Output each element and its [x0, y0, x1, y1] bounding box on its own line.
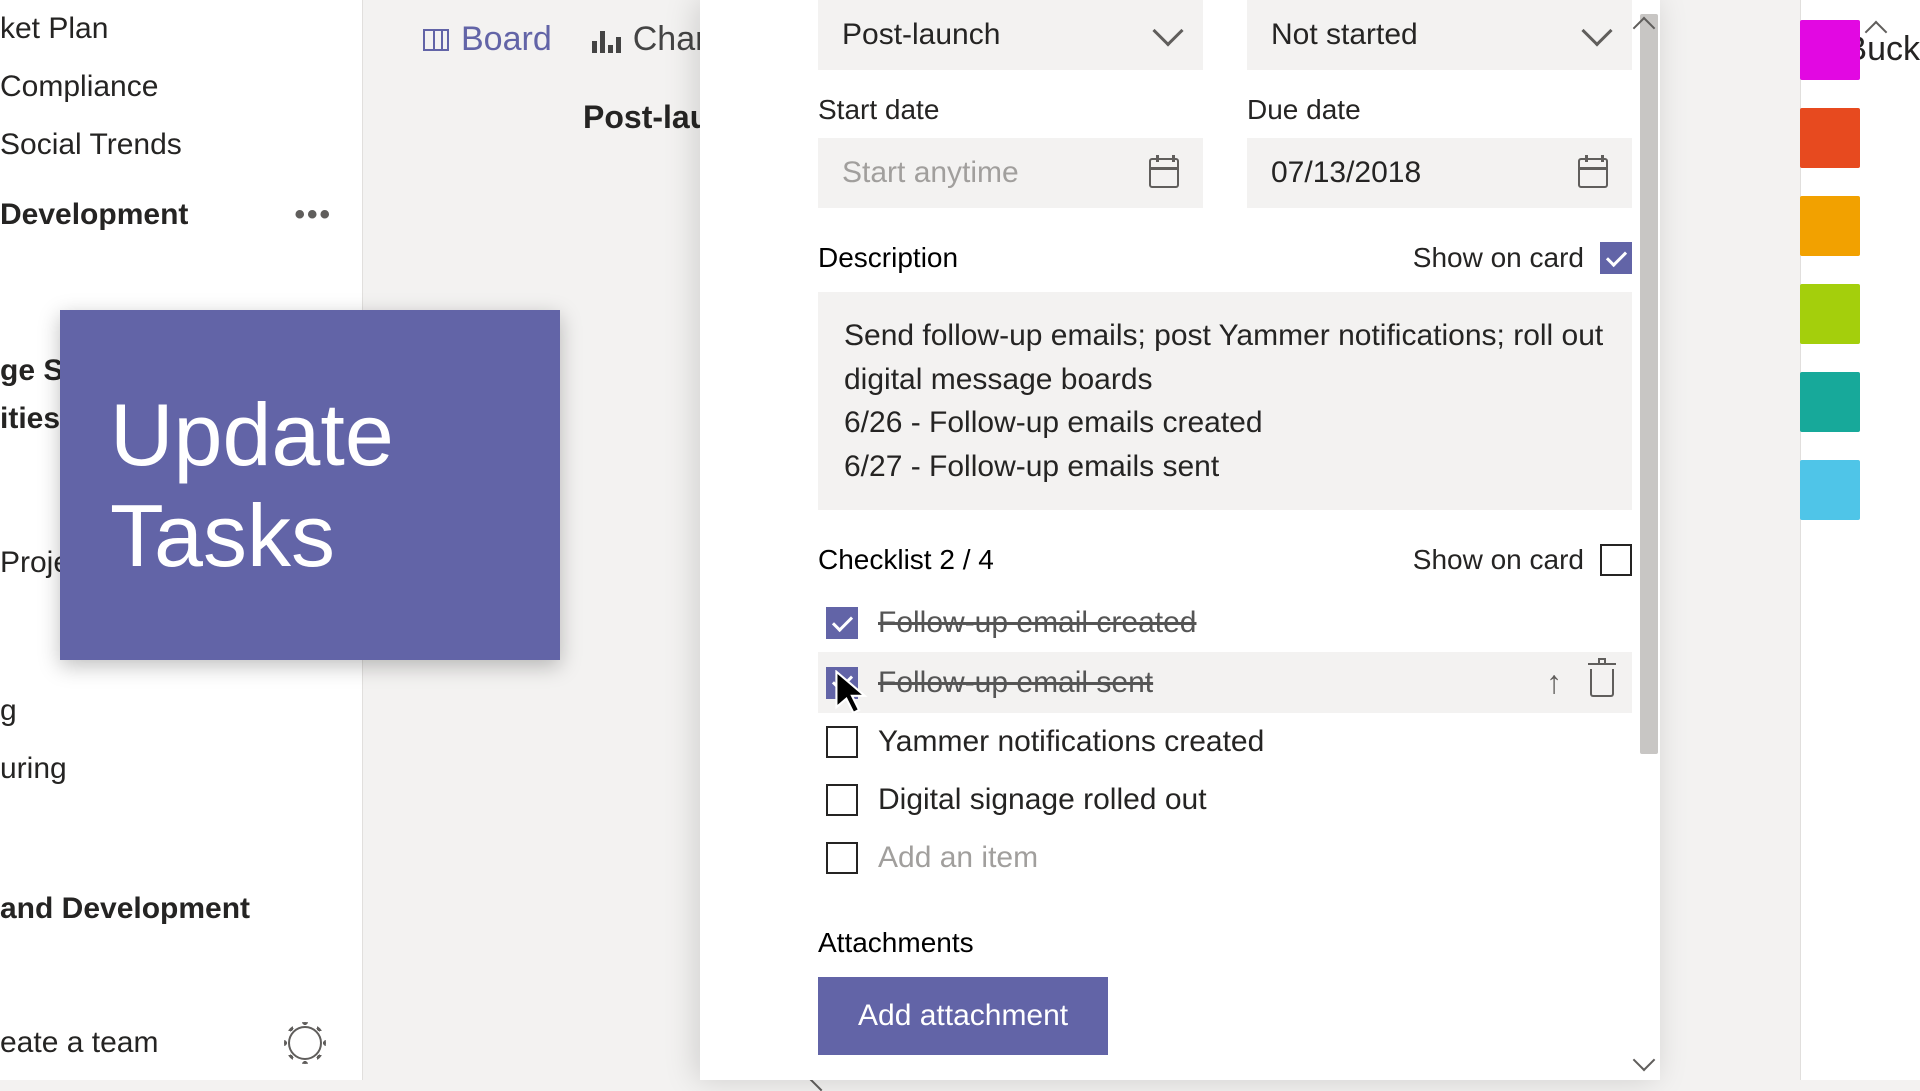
checkbox-checked-icon[interactable] — [826, 607, 858, 639]
due-date-value: 07/13/2018 — [1271, 156, 1421, 190]
add-attachment-button[interactable]: Add attachment — [818, 977, 1108, 1055]
checklist-item-text: Digital signage rolled out — [878, 783, 1624, 817]
scrollbar-thumb[interactable] — [1640, 14, 1658, 754]
checklist-item[interactable]: Follow-up email sent ↑ — [818, 652, 1632, 713]
checklist-item-text: Yammer notifications created — [878, 725, 1624, 759]
checkbox-icon[interactable] — [826, 726, 858, 758]
sidebar-item[interactable]: uring — [0, 740, 362, 798]
tab-board[interactable]: Board — [423, 20, 552, 59]
sidebar-item[interactable]: g — [0, 682, 362, 740]
description-show-on-card[interactable]: Show on card — [1413, 242, 1632, 274]
start-date-input[interactable]: Start anytime — [818, 138, 1203, 208]
checklist-item[interactable]: Digital signage rolled out — [818, 771, 1632, 829]
promote-icon[interactable]: ↑ — [1546, 664, 1562, 701]
checklist-item-text: Follow-up email created — [878, 606, 1624, 640]
description-textarea[interactable]: Send follow-up emails; post Yammer notif… — [818, 292, 1632, 510]
bucket-select-value: Post-launch — [842, 18, 1000, 52]
status-select[interactable]: Not started — [1247, 0, 1632, 70]
label-color-orange[interactable] — [1800, 196, 1860, 256]
sidebar-item[interactable]: Compliance — [0, 58, 362, 116]
show-on-card-label: Show on card — [1413, 242, 1584, 274]
checklist-item[interactable]: Follow-up email created — [818, 594, 1632, 652]
sidebar-group-label: Development — [0, 198, 188, 232]
board-icon — [423, 29, 449, 51]
checklist-item[interactable]: Yammer notifications created — [818, 713, 1632, 771]
start-date-placeholder: Start anytime — [842, 156, 1019, 190]
checklist-label: Checklist 2 / 4 — [818, 544, 994, 576]
checklist-item-text: Follow-up email sent — [878, 666, 1526, 700]
description-label: Description — [818, 242, 958, 274]
label-color-lime[interactable] — [1800, 284, 1860, 344]
label-color-sky[interactable] — [1800, 460, 1860, 520]
due-date-label: Due date — [1247, 94, 1632, 126]
label-color-teal[interactable] — [1800, 372, 1860, 432]
sidebar-item[interactable]: ket Plan — [0, 0, 362, 58]
more-icon[interactable]: ••• — [294, 198, 332, 232]
sidebar-group-development[interactable]: Development ••• — [0, 174, 362, 240]
show-on-card-label: Show on card — [1413, 544, 1584, 576]
start-date-label: Start date — [818, 94, 1203, 126]
checklist-show-on-card[interactable]: Show on card — [1413, 544, 1632, 576]
add-item-placeholder: Add an item — [878, 841, 1624, 875]
chevron-down-icon — [1152, 15, 1183, 46]
chevron-down-icon — [1581, 15, 1612, 46]
label-color-magenta[interactable] — [1800, 20, 1860, 80]
calendar-icon — [1578, 158, 1608, 188]
checkbox-checked-icon[interactable] — [1600, 242, 1632, 274]
bucket-select[interactable]: Post-launch — [818, 0, 1203, 70]
scroll-down-icon[interactable] — [1633, 1049, 1656, 1072]
checkbox-icon[interactable] — [826, 784, 858, 816]
due-date-input[interactable]: 07/13/2018 — [1247, 138, 1632, 208]
tab-label: Board — [461, 20, 552, 59]
checklist-add-item[interactable]: Add an item — [818, 829, 1632, 887]
label-color-red[interactable] — [1800, 108, 1860, 168]
status-select-value: Not started — [1271, 18, 1418, 52]
attachments-label: Attachments — [818, 927, 1632, 959]
sidebar-group[interactable]: and Development — [0, 868, 362, 934]
tab-charts[interactable]: Chart — [592, 20, 716, 59]
create-team-link[interactable]: eate a team — [0, 1026, 158, 1060]
tutorial-callout: Update Tasks — [60, 310, 560, 660]
callout-text: Update Tasks — [110, 384, 560, 586]
checkbox-icon — [826, 842, 858, 874]
task-detail-panel: Post-launch Not started Start date Start… — [700, 0, 1660, 1080]
calendar-icon — [1149, 158, 1179, 188]
trash-icon[interactable] — [1590, 669, 1614, 697]
checklist: Follow-up email created Follow-up email … — [818, 594, 1632, 887]
label-color-rail: Buck — [1800, 0, 1920, 1080]
sidebar-item[interactable]: Social Trends — [0, 116, 362, 174]
checkbox-icon[interactable] — [1600, 544, 1632, 576]
checkbox-checked-icon[interactable] — [826, 667, 858, 699]
gear-icon[interactable] — [288, 1026, 322, 1060]
chart-icon — [592, 27, 621, 53]
